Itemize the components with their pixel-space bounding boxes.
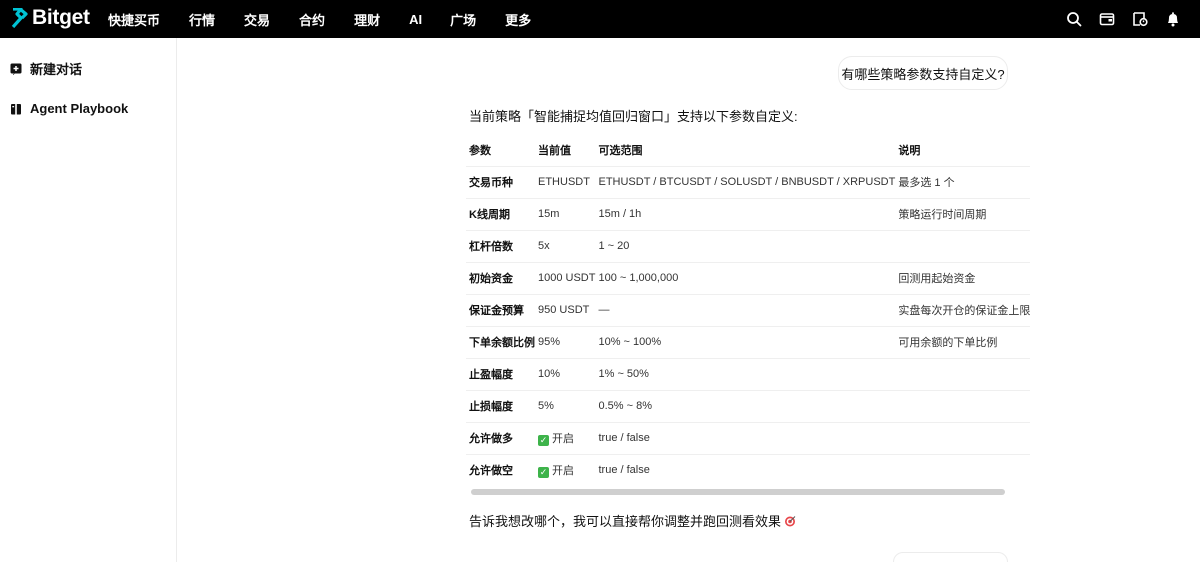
assets-icon[interactable] (1131, 10, 1149, 28)
param-value: 开启 (552, 433, 574, 445)
nav-item-quick-buy[interactable]: 快捷买币 (108, 10, 160, 29)
table-row: 止盈幅度 10% 1% ~ 50% (466, 358, 1031, 391)
nav-item-ai[interactable]: AI (409, 12, 422, 27)
param-name: 交易币种 (466, 166, 535, 199)
new-chat-label: 新建对话 (30, 62, 83, 77)
param-range: 15m / 1h (595, 198, 896, 231)
next-message-bubble (893, 552, 1008, 562)
param-value-cell: ✓ 开启 (535, 422, 596, 455)
param-value: 5% (535, 390, 596, 423)
top-nav-bar: Bitget 快捷买币 行情 交易 合约 理财 AI 广场 更多 (0, 0, 1200, 38)
nav-item-markets[interactable]: 行情 (189, 10, 215, 29)
bitget-logo-icon (11, 8, 28, 28)
search-icon[interactable] (1065, 10, 1083, 28)
followup-label: 告诉我想改哪个，我可以直接帮你调整并跑回测看效果 (469, 514, 782, 529)
table-row: 保证金预算 950 USDT — 实盘每次开仓的保证金上限 (466, 294, 1031, 327)
nav-item-square[interactable]: 广场 (450, 10, 476, 29)
param-note: 最多选 1 个 (895, 166, 1031, 199)
param-value: 10% (535, 358, 596, 391)
strategy-params-table: 参数 当前值 可选范围 说明 交易币种 ETHUSDT ETHUSDT / BT… (466, 134, 1031, 486)
bell-icon[interactable] (1164, 10, 1182, 28)
check-icon: ✓ (538, 467, 549, 479)
table-row: 交易币种 ETHUSDT ETHUSDT / BTCUSDT / SOLUSDT… (466, 166, 1031, 199)
param-value: ETHUSDT (535, 166, 596, 199)
table-row: 杠杆倍数 5x 1 ~ 20 (466, 230, 1031, 263)
param-name: 止损幅度 (466, 390, 535, 423)
table-row: 允许做空 ✓ 开启 true / false (466, 454, 1030, 486)
param-note (895, 390, 1031, 423)
param-value: 950 USDT (535, 294, 596, 327)
param-range: 0.5% ~ 8% (595, 390, 896, 423)
param-range: 1 ~ 20 (595, 230, 896, 263)
param-note: 策略运行时间周期 (895, 198, 1031, 231)
param-note (895, 230, 1031, 263)
plus-square-icon (10, 63, 22, 75)
param-name: 杠杆倍数 (466, 230, 535, 263)
param-value: 1000 USDT (535, 262, 596, 295)
param-note (895, 422, 1031, 455)
wallet-icon[interactable] (1098, 10, 1116, 28)
table-header-row: 参数 当前值 可选范围 说明 (466, 134, 1031, 167)
check-icon: ✓ (538, 435, 549, 446)
table-row: K线周期 15m 15m / 1h 策略运行时间周期 (466, 198, 1031, 231)
main-nav: 快捷买币 行情 交易 合约 理财 AI 广场 更多 (108, 0, 560, 38)
param-name: 允许做多 (466, 422, 535, 455)
param-note: 回测用起始资金 (895, 262, 1031, 295)
param-note: 可用余额的下单比例 (895, 326, 1031, 359)
param-note: 实盘每次开仓的保证金上限 (895, 294, 1031, 327)
book-icon (10, 103, 22, 115)
param-note (895, 454, 1030, 486)
table-row: 允许做多 ✓ 开启 true / false (466, 422, 1031, 455)
nav-item-more[interactable]: 更多 (505, 10, 531, 29)
param-range: true / false (595, 422, 896, 455)
table-row: 初始资金 1000 USDT 100 ~ 1,000,000 回测用起始资金 (466, 262, 1031, 295)
nav-item-earn[interactable]: 理财 (354, 10, 380, 29)
user-message-bubble: 有哪些策略参数支持自定义? (838, 56, 1008, 90)
param-range: 10% ~ 100% (595, 326, 896, 359)
param-value: 95% (535, 326, 596, 359)
column-header-range: 可选范围 (595, 134, 896, 167)
param-name: 下单余额比例 (466, 326, 535, 359)
assistant-intro-text: 当前策略「智能捕捉均值回归窗口」支持以下参数自定义: (469, 109, 798, 124)
param-range: ETHUSDT / BTCUSDT / SOLUSDT / BNBUSDT / … (595, 166, 896, 199)
param-name: 初始资金 (466, 262, 535, 295)
param-name: 保证金预算 (466, 294, 535, 327)
param-value-cell: ✓ 开启 (535, 454, 595, 486)
new-chat-button[interactable]: 新建对话 (10, 59, 82, 78)
table-horizontal-scrollbar[interactable] (471, 489, 1005, 495)
column-header-param: 参数 (466, 134, 535, 167)
param-range: true / false (598, 464, 650, 477)
param-name: 允许做空 (469, 465, 513, 478)
column-header-current-value: 当前值 (535, 134, 596, 167)
param-value: 15m (535, 198, 596, 231)
agent-playbook-link[interactable]: Agent Playbook (10, 101, 128, 116)
table-row: 下单余额比例 95% 10% ~ 100% 可用余额的下单比例 (466, 326, 1031, 359)
param-value: 5x (535, 230, 596, 263)
column-header-description: 说明 (895, 134, 1031, 167)
assistant-followup-text: 告诉我想改哪个，我可以直接帮你调整并跑回测看效果 (469, 511, 796, 530)
bitget-logo[interactable]: Bitget (9, 5, 90, 31)
param-range: 100 ~ 1,000,000 (595, 262, 896, 295)
param-range: 1% ~ 50% (595, 358, 896, 391)
nav-item-trade[interactable]: 交易 (244, 10, 270, 29)
agent-playbook-label: Agent Playbook (30, 101, 129, 116)
param-name: K线周期 (466, 198, 535, 231)
nav-item-futures[interactable]: 合约 (299, 10, 325, 29)
table-row: 止损幅度 5% 0.5% ~ 8% (466, 390, 1031, 423)
param-range: — (595, 294, 896, 327)
sidebar: 新建对话 Agent Playbook (0, 38, 177, 562)
param-name: 止盈幅度 (466, 358, 535, 391)
param-value: 开启 (552, 465, 574, 478)
brand-name: Bitget (32, 6, 90, 29)
param-note (895, 358, 1031, 391)
target-icon (784, 515, 796, 527)
top-icon-group (1065, 0, 1182, 38)
